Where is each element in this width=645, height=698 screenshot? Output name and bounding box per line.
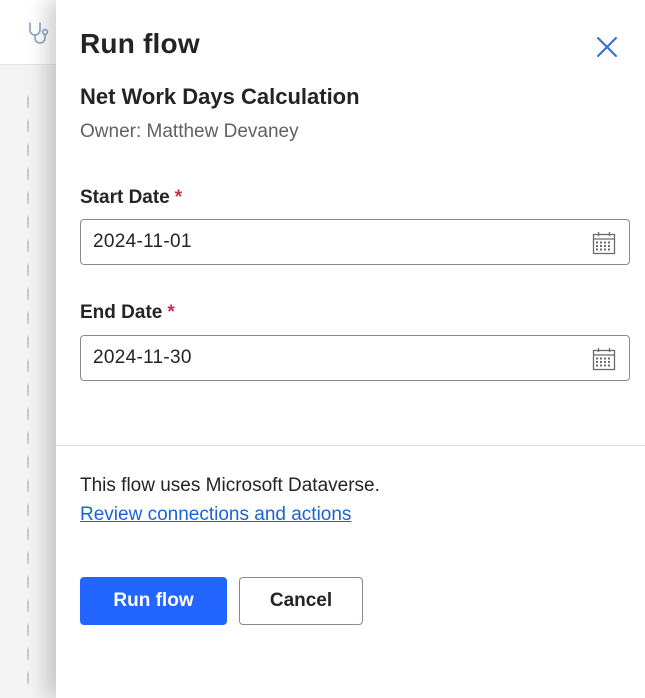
start-date-value: 2024-11-01: [93, 231, 192, 252]
divider: [56, 445, 645, 446]
end-date-label-text: End Date: [80, 302, 163, 323]
owner-label: Owner:: [80, 121, 147, 142]
background-topbar: [0, 0, 56, 65]
panel-title: Run flow: [80, 28, 200, 59]
cancel-button[interactable]: Cancel: [239, 577, 363, 625]
owner-name: Matthew Devaney: [146, 121, 299, 142]
calendar-icon[interactable]: [592, 347, 616, 371]
connections-info: This flow uses Microsoft Dataverse.: [80, 475, 380, 496]
stethoscope-icon: [29, 22, 49, 44]
review-connections-link[interactable]: Review connections and actions: [80, 504, 351, 526]
calendar-icon[interactable]: [592, 231, 616, 255]
run-flow-button[interactable]: Run flow: [80, 577, 227, 625]
required-marker: *: [167, 302, 175, 323]
background-app: [0, 0, 56, 698]
flow-name: Net Work Days Calculation: [80, 84, 360, 109]
end-date-label: End Date *: [80, 302, 175, 324]
run-flow-panel: Run flow Net Work Days Calculation Owner…: [56, 0, 645, 698]
page: Run flow Net Work Days Calculation Owner…: [0, 0, 645, 698]
start-date-label-text: Start Date: [80, 187, 170, 208]
background-dots: [26, 90, 30, 690]
close-icon[interactable]: [594, 34, 620, 60]
start-date-label: Start Date *: [80, 187, 182, 209]
end-date-value: 2024-11-30: [93, 347, 192, 368]
end-date-field[interactable]: 2024-11-30: [80, 335, 630, 381]
start-date-field[interactable]: 2024-11-01: [80, 219, 630, 265]
owner-line: Owner: Matthew Devaney: [80, 121, 299, 143]
required-marker: *: [174, 187, 183, 208]
